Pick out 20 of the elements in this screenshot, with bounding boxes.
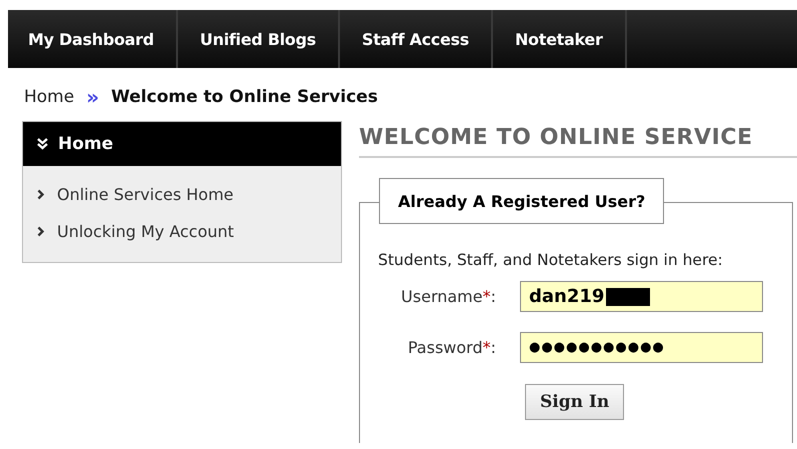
sidebar-link[interactable]: Unlocking My Account [57,222,234,241]
intro-text: Students, Staff, and Notetakers sign in here: [378,251,724,269]
field-label: Username*: [400,287,497,306]
field-label: Password*: [406,338,497,357]
nav-tab[interactable]: Unified Blogs [178,10,340,68]
sidebar-link[interactable]: Online Services Home [57,185,234,204]
breadcrumb-link[interactable]: Home [24,87,74,107]
breadcrumb-separator: » [86,87,100,107]
input-field[interactable]: dan219 [520,281,763,312]
panel-legend: Already A Registered User? [379,178,664,224]
breadcrumb-current: Welcome to Online Services [111,87,378,107]
nav-tab[interactable]: My Dashboard [8,10,178,68]
chevron-right-icon [37,226,45,237]
nav-tab[interactable]: Staff Access [340,10,493,68]
nav-tab[interactable]: Notetaker [492,10,627,68]
sign-in-button[interactable]: Sign In [525,384,624,420]
sidebar-header[interactable]: Home [23,122,341,166]
chevron-right-icon [37,189,45,200]
input-field[interactable]: ●●●●●●●●●●● [520,332,763,363]
page-heading: WELCOME TO ONLINE SERVICE [359,125,797,158]
